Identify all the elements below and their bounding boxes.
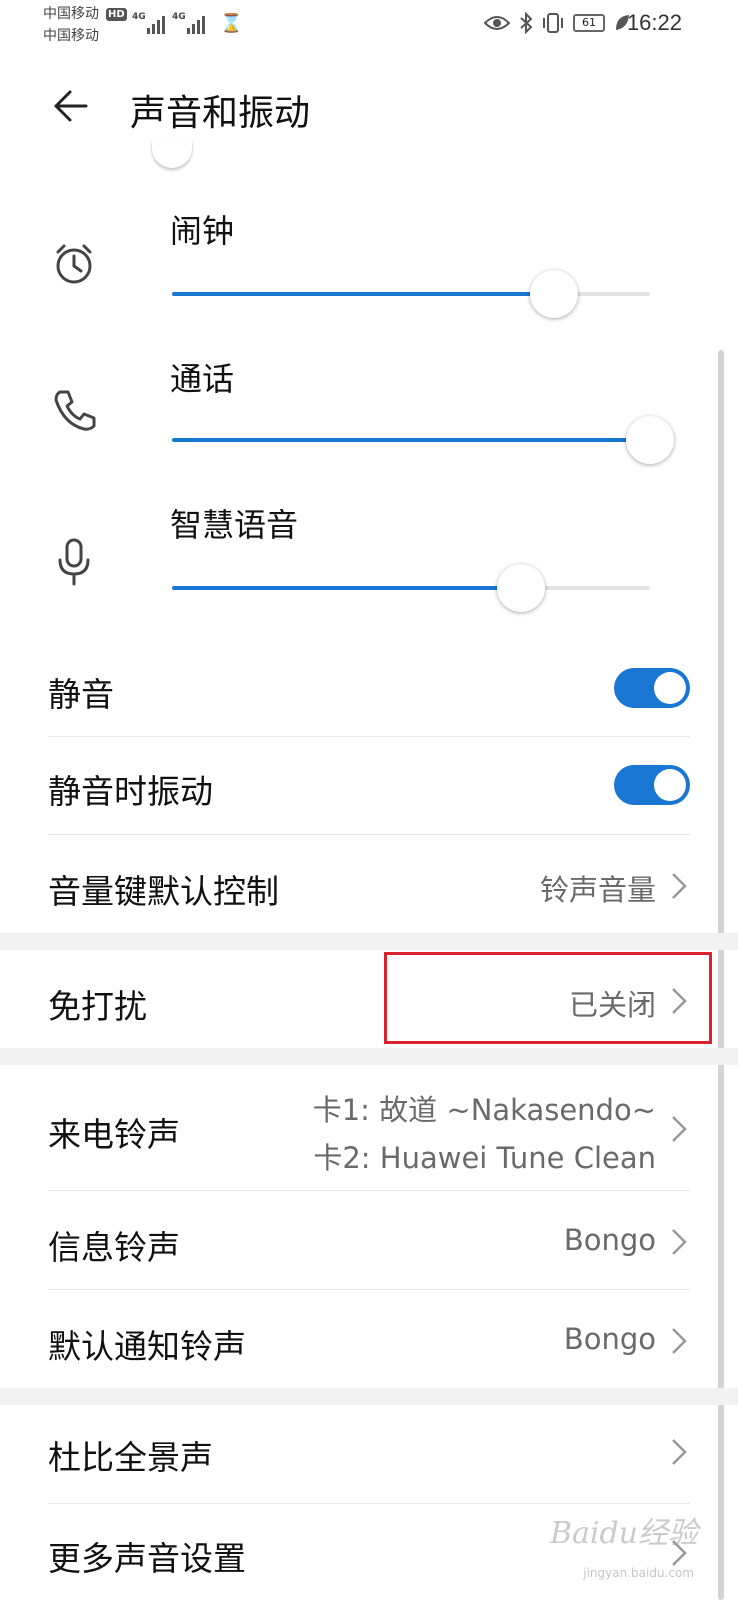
alarm-clock-icon (56, 244, 92, 284)
ringtone-label: 来电铃声 (48, 1115, 180, 1154)
message-tone-label: 信息铃声 (48, 1228, 180, 1267)
hd-badge: HD (106, 8, 127, 21)
slider-thumb-partial[interactable] (152, 140, 192, 168)
volume-voice-label: 智慧语音 (170, 506, 299, 544)
ringtone-values: 卡1: 故道 ~Nakasendo~ 卡2: Huawei Tune Clean (313, 1086, 656, 1182)
volume-alarm-label: 闹钟 (170, 212, 235, 250)
section-gap (0, 933, 738, 950)
chevron-right-icon (672, 1328, 687, 1354)
vibrate-when-mute-toggle[interactable] (614, 765, 690, 805)
volume-key-row[interactable]: 音量键默认控制 铃声音量 (0, 835, 738, 933)
vibrate-when-mute-label: 静音时振动 (48, 772, 213, 811)
volume-alarm-thumb[interactable] (530, 270, 579, 318)
volume-call-fill (172, 438, 650, 442)
chevron-right-icon (672, 873, 687, 899)
microphone-icon (58, 538, 90, 586)
status-bar: 中国移动 中国移动 HD 4G 4G ⌛ 61 16:22 (43, 6, 682, 44)
volume-call-thumb[interactable] (626, 416, 674, 464)
page-title: 声音和振动 (130, 93, 311, 134)
back-arrow-icon[interactable] (50, 84, 94, 128)
toggle-knob (654, 672, 686, 704)
baidu-watermark: Baidu经验 (549, 1516, 698, 1551)
ringtone-card1: 卡1: 故道 ~Nakasendo~ (312, 1093, 656, 1127)
dnd-label: 免打扰 (48, 987, 147, 1026)
notification-tone-row[interactable]: 默认通知铃声 Bongo (0, 1290, 738, 1388)
vibrate-when-mute-row[interactable]: 静音时振动 (0, 737, 738, 833)
dolby-row[interactable]: 杜比全景声 (0, 1405, 738, 1503)
notification-tone-value: Bongo (563, 1322, 656, 1356)
carrier-1: 中国移动 (43, 6, 99, 22)
more-sound-label: 更多声音设置 (48, 1539, 246, 1578)
volume-alarm-slider[interactable] (172, 270, 650, 318)
volume-alarm-fill (172, 292, 555, 296)
message-tone-value: Bongo (563, 1223, 656, 1257)
app-header: 声音和振动 (0, 70, 738, 150)
mute-toggle[interactable] (614, 668, 690, 708)
chevron-right-icon (672, 1116, 687, 1142)
notification-tone-label: 默认通知铃声 (48, 1327, 246, 1366)
mute-label: 静音 (48, 675, 114, 714)
volume-alarm: 闹钟 (0, 200, 738, 340)
message-tone-row[interactable]: 信息铃声 Bongo (0, 1191, 738, 1289)
eye-icon (484, 16, 510, 30)
volume-voice-slider[interactable] (172, 564, 650, 612)
bluetooth-icon (520, 12, 533, 34)
carrier-2: 中国移动 (43, 28, 99, 44)
status-icons: 61 (484, 12, 630, 34)
section-gap (0, 1048, 738, 1065)
vibrate-icon (543, 13, 563, 33)
volume-voice-fill (172, 586, 521, 590)
volume-key-value: 铃声音量 (539, 873, 656, 907)
phone-icon (54, 390, 96, 431)
ringtone-card2: 卡2: Huawei Tune Clean (313, 1141, 656, 1175)
mute-row[interactable]: 静音 (0, 640, 738, 736)
volume-call-slider[interactable] (172, 416, 674, 464)
chevron-right-icon (672, 1439, 687, 1465)
volume-voice-thumb[interactable] (496, 564, 545, 612)
chevron-right-icon (672, 1229, 687, 1255)
volume-call: 通话 (0, 348, 738, 488)
clock: 16:22 (626, 10, 682, 35)
volume-key-label: 音量键默认控制 (48, 872, 279, 911)
section-gap (0, 1388, 738, 1405)
baidu-watermark-url: jingyan.baidu.com (583, 1566, 694, 1580)
toggle-knob (654, 769, 686, 801)
dolby-label: 杜比全景声 (48, 1438, 213, 1477)
highlight-box (384, 952, 712, 1044)
battery-icon: 61 (573, 14, 605, 32)
volume-call-label: 通话 (170, 360, 235, 398)
hourglass-icon: ⌛ (220, 13, 243, 34)
volume-voice: 智慧语音 (0, 496, 738, 636)
